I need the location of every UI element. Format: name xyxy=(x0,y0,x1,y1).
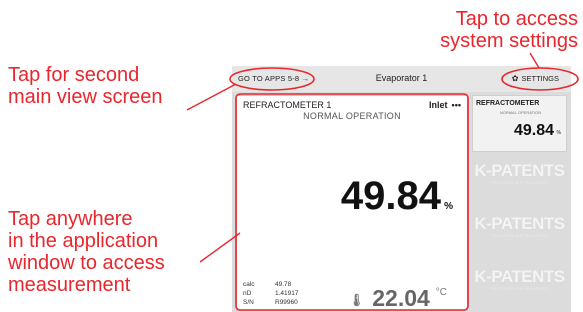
settings-button[interactable]: ✿ SETTINGS xyxy=(512,74,559,83)
callout-second-view: Tap for second main view screen xyxy=(8,64,218,108)
callout-line: Tap anywhere xyxy=(8,208,133,230)
kpatents-logo[interactable]: K-PATENTS PROCESS INSTRUMENTS xyxy=(472,161,567,185)
thermometer-icon: 🌡 xyxy=(349,292,365,307)
main-measurement-window[interactable]: REFRACTOMETER 1 Inlet ••• NORMAL OPERATIO… xyxy=(236,95,468,311)
tile-unit: % xyxy=(556,130,561,136)
status-text: NORMAL OPERATION xyxy=(303,111,401,121)
temperature-readout: 🌡 22.04 °C xyxy=(349,285,447,312)
device-screen: GO TO APPS 5-8 → Evaporator 1 ✿ SETTINGS … xyxy=(232,66,571,312)
tile-title: REFRACTOMETER xyxy=(476,100,540,107)
temperature-value: 22.04 xyxy=(372,285,430,311)
detail-row: nD 1.41917 xyxy=(243,289,299,298)
callout-application-window: Tap anywhere in the application window t… xyxy=(8,208,218,296)
tile-status: NORMAL OPERATION xyxy=(499,110,542,115)
more-menu-icon[interactable]: ••• xyxy=(452,100,461,110)
detail-row: S/N R99960 xyxy=(243,298,299,307)
detail-value: 1.41917 xyxy=(275,290,299,297)
callout-line: main view screen xyxy=(8,86,163,108)
instrument-title: REFRACTOMETER 1 xyxy=(243,100,332,110)
detail-key: nD xyxy=(243,290,252,297)
callout-line: system settings xyxy=(440,30,578,52)
measurement-details: calc 49.78 nD 1.41917 S/N R99960 xyxy=(243,280,299,307)
detail-row: calc 49.78 xyxy=(243,280,299,289)
callout-line: Tap for second xyxy=(8,64,140,86)
location-text: Inlet xyxy=(429,100,448,110)
detail-value: R99960 xyxy=(275,299,298,306)
concentration-value: 49.84 xyxy=(340,174,441,218)
temperature-unit: °C xyxy=(435,287,448,298)
callout-settings: Tap to access system settings xyxy=(410,8,578,52)
logo-name: K-PATENTS xyxy=(474,161,565,180)
concentration-unit: % xyxy=(444,201,453,212)
secondary-refractometer-tile[interactable]: REFRACTOMETER NORMAL OPERATION 49.84 % xyxy=(472,95,567,152)
callout-line: window to access xyxy=(8,252,165,274)
tile-value: 49.84 xyxy=(513,122,554,139)
top-bar: GO TO APPS 5-8 → Evaporator 1 ✿ SETTINGS xyxy=(232,66,571,92)
detail-value: 49.78 xyxy=(275,281,292,288)
gear-icon: ✿ xyxy=(511,74,519,83)
kpatents-logo[interactable]: K-PATENTS PROCESS INSTRUMENTS xyxy=(472,267,567,291)
location-label: Inlet ••• xyxy=(429,100,461,110)
detail-key: calc xyxy=(243,281,255,288)
settings-label: SETTINGS xyxy=(521,74,559,83)
callout-line: Tap to access xyxy=(455,8,578,30)
logo-name: K-PATENTS xyxy=(474,267,565,286)
detail-key: S/N xyxy=(243,299,254,306)
callout-line: in the application xyxy=(8,230,159,252)
kpatents-logo[interactable]: K-PATENTS PROCESS INSTRUMENTS xyxy=(472,214,567,238)
callout-line: measurement xyxy=(8,274,131,296)
logo-name: K-PATENTS xyxy=(474,214,565,233)
